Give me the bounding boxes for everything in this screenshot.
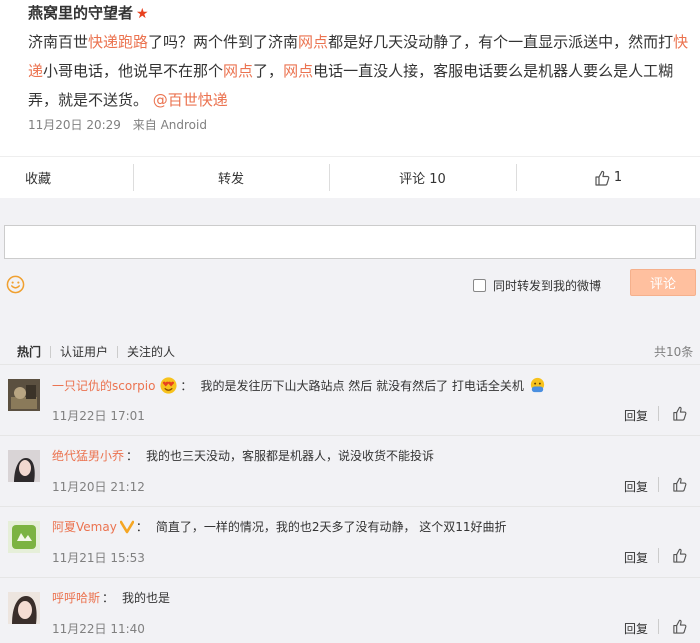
avatar[interactable] — [8, 379, 40, 411]
colon: ： — [180, 379, 193, 393]
post-text: 济南百世快递跑路了吗？两个件到了济南网点都是好几天没动静了，有个一直显示派送中，… — [28, 28, 696, 115]
author-name[interactable]: 燕窝里的守望者 — [28, 4, 133, 22]
reply-button[interactable]: 回复 — [624, 407, 648, 424]
post-text-segment: 小哥电话，他说早不在那个 — [43, 62, 224, 80]
tab-divider — [117, 345, 119, 358]
comment-line: 一只记仇的scorpio ： 我的是发往历下山大路站点 然后 就没有然后了 打电… — [52, 376, 547, 395]
reply-divider — [658, 406, 659, 421]
thumbs-up-icon — [595, 170, 610, 186]
reply-divider — [658, 619, 659, 634]
heart-eyes-emoji-icon — [160, 377, 177, 394]
thumbs-up-icon[interactable] — [672, 406, 687, 421]
reply-divider — [658, 477, 659, 492]
comment-button[interactable]: 评论 10 — [329, 157, 516, 198]
post-action-bar: 收藏 转发 评论 10 1 — [0, 156, 700, 198]
weibo-post: 燕窝里的守望者 ★ 济南百世快递跑路了吗？两个件到了济南网点都是好几天没动静了，有… — [0, 0, 700, 156]
comment-section: 热门 认证用户 关注的人 共10条 一只记仇的scorpio ： 我的是发往历下… — [0, 320, 700, 643]
keyword-link[interactable]: 网点 — [283, 62, 313, 80]
post-source: 来自 Android — [132, 118, 207, 132]
comment-username[interactable]: 绝代猛男小乔 — [52, 447, 124, 464]
post-text-segment: 了吗？两个件到了济南 — [148, 33, 299, 51]
comment-composer: 同时转发到我的微博 评论 — [0, 198, 700, 320]
keyword-link[interactable]: 网点 — [298, 33, 328, 51]
comment-time[interactable]: 11月20日 21:12 — [52, 478, 145, 495]
submit-comment-button[interactable]: 评论 — [630, 269, 696, 296]
repost-label: 转发 — [217, 172, 244, 187]
comment-line: 绝代猛男小乔 ： 我的也三天没动，客服都是机器人，说没收货不能投诉 — [52, 447, 434, 464]
avatar[interactable] — [8, 592, 40, 624]
like-button[interactable]: 1 — [516, 157, 700, 198]
comment-text: 我的也三天没动，客服都是机器人，说没收货不能投诉 — [146, 449, 435, 463]
repost-button[interactable]: 转发 — [133, 157, 329, 198]
tab-verified-users[interactable]: 认证用户 — [60, 343, 108, 360]
comment-item: 呼呼哈斯 ： 我的也是 11月22日 11:40 回复 — [0, 577, 700, 643]
comment-username[interactable]: 呼呼哈斯 — [52, 589, 100, 606]
comment-text: 我的也是 — [122, 591, 171, 605]
comment-time[interactable]: 11月21日 15:53 — [52, 549, 145, 566]
colon: ： — [126, 449, 139, 463]
comment-filter-bar: 热门 认证用户 关注的人 共10条 — [0, 320, 700, 364]
repost-checkbox-label: 同时转发到我的微博 — [493, 279, 602, 293]
mention-link[interactable]: @百世快递 — [153, 91, 228, 109]
colon: ： — [102, 591, 115, 605]
reply-button[interactable]: 回复 — [624, 549, 648, 566]
reply-divider — [658, 548, 659, 563]
like-count: 1 — [613, 170, 623, 185]
post-text-segment: 了， — [253, 62, 284, 80]
comment-item: 绝代猛男小乔 ： 我的也三天没动，客服都是机器人，说没收货不能投诉 11月20日… — [0, 435, 700, 506]
comment-item: 一只记仇的scorpio ： 我的是发往历下山大路站点 然后 就没有然后了 打电… — [0, 364, 700, 435]
comment-line: 呼呼哈斯 ： 我的也是 — [52, 589, 170, 606]
post-text-segment: 都是好几天没动静了，有个一直显示派送中，然而打 — [328, 33, 674, 51]
colon: ： — [135, 520, 148, 534]
comment-time[interactable]: 11月22日 11:40 — [52, 620, 145, 637]
keyword-link[interactable]: 快递跑路 — [88, 33, 148, 51]
comment-total-count: 共10条 — [654, 345, 694, 359]
post-meta: 11月20日 20:29 来自 Android — [28, 116, 215, 133]
comment-label: 评论 10 — [399, 172, 446, 187]
checkbox-box[interactable] — [473, 279, 486, 292]
filter-tabs: 热门 认证用户 关注的人 — [17, 343, 175, 360]
verified-v-icon — [119, 520, 134, 533]
facepalm-emoji-icon — [530, 377, 545, 393]
comment-text: 我的是发往历下山大路站点 然后 就没有然后了 打电话全关机 — [200, 379, 524, 393]
vip-star-icon: ★ — [136, 6, 149, 22]
reply-button[interactable]: 回复 — [624, 478, 648, 495]
comment-line: 阿夏Vemay ： 简直了，一样的情况，我的也2天多了没有动静， 这个双11好曲… — [52, 518, 507, 535]
collect-button[interactable]: 收藏 — [0, 157, 133, 198]
avatar[interactable] — [8, 521, 40, 553]
post-text-segment: 济南百世 — [28, 33, 89, 51]
comment-text: 简直了，一样的情况，我的也2天多了没有动静， 这个双11好曲折 — [155, 520, 507, 534]
comment-time[interactable]: 11月22日 17:01 — [52, 407, 145, 424]
emoji-picker-icon[interactable] — [6, 275, 25, 294]
avatar[interactable] — [8, 450, 40, 482]
tab-divider — [50, 345, 52, 358]
repost-to-my-weibo-checkbox[interactable]: 同时转发到我的微博 — [473, 277, 601, 294]
thumbs-up-icon[interactable] — [672, 619, 687, 634]
thumbs-up-icon[interactable] — [672, 477, 687, 492]
collect-label: 收藏 — [25, 172, 52, 187]
post-time[interactable]: 11月20日 20:29 — [28, 118, 121, 132]
thumbs-up-icon[interactable] — [672, 548, 687, 563]
comment-username[interactable]: 一只记仇的scorpio — [52, 377, 155, 394]
tab-hot[interactable]: 热门 — [17, 343, 41, 360]
tab-following[interactable]: 关注的人 — [127, 343, 175, 360]
comment-item: 阿夏Vemay ： 简直了，一样的情况，我的也2天多了没有动静， 这个双11好曲… — [0, 506, 700, 577]
comment-username[interactable]: 阿夏Vemay — [52, 518, 117, 535]
post-author[interactable]: 燕窝里的守望者 ★ — [28, 2, 149, 23]
reply-button[interactable]: 回复 — [624, 620, 648, 637]
keyword-link[interactable]: 网点 — [223, 62, 253, 80]
comment-input[interactable] — [4, 225, 696, 259]
